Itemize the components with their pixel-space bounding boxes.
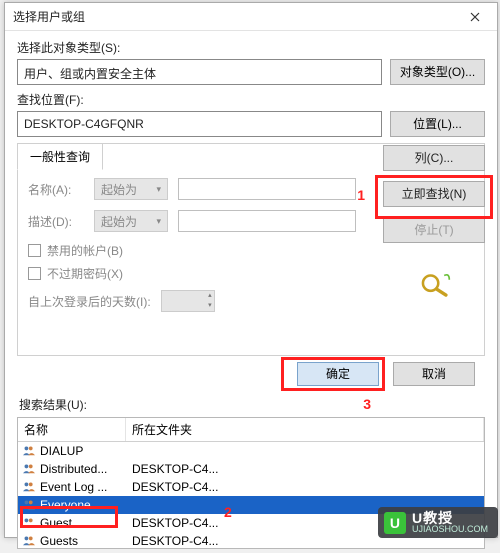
row-folder: DESKTOP-C4... [126, 516, 218, 530]
table-row[interactable]: Event Log ...DESKTOP-C4... [18, 478, 484, 496]
description-label: 描述(D): [28, 213, 84, 230]
row-name: Event Log ... [40, 480, 126, 494]
chevron-down-icon: ▾ [156, 216, 161, 227]
annotation-marker-3: 3 [363, 396, 371, 412]
ok-button[interactable]: 确定 [297, 362, 379, 386]
days-since-logon-label: 自上次登录后的天数(I): [28, 293, 151, 310]
annotation-marker-2: 2 [224, 504, 232, 520]
disabled-accounts-label: 禁用的帐户(B) [47, 242, 123, 259]
object-type-value[interactable]: 用户、组或内置安全主体 [17, 59, 382, 85]
tab-general[interactable]: 一般性查询 [17, 143, 103, 170]
table-row[interactable]: DIALUP [18, 442, 484, 460]
chevron-down-icon: ▾ [156, 184, 161, 195]
stop-button[interactable]: 停止(T) [383, 217, 485, 243]
search-decorative-icon [417, 271, 451, 300]
col-header-name[interactable]: 名称 [18, 418, 126, 441]
object-type-label: 选择此对象类型(S): [17, 39, 485, 56]
watermark-logo: U [384, 512, 406, 534]
row-name: Guests [40, 534, 126, 548]
description-mode-value: 起始为 [101, 213, 137, 230]
titlebar: 选择用户或组 [5, 3, 497, 31]
group-icon [21, 445, 37, 457]
location-label: 查找位置(F): [17, 91, 485, 108]
results-label: 搜索结果(U): [19, 396, 485, 413]
name-input[interactable] [178, 178, 356, 200]
name-mode-select[interactable]: 起始为 ▾ [94, 178, 168, 200]
columns-button[interactable]: 列(C)... [383, 145, 485, 171]
right-button-rail: 列(C)... 立即查找(N) 停止(T) [383, 145, 485, 300]
group-icon [21, 535, 37, 547]
group-icon [21, 463, 37, 475]
object-types-button[interactable]: 对象类型(O)... [390, 59, 485, 85]
nonexpiring-password-checkbox[interactable] [28, 267, 41, 280]
dialog-window: 选择用户或组 选择此对象类型(S): 用户、组或内置安全主体 对象类型(O)..… [4, 2, 498, 538]
watermark-brand: U教授 [412, 511, 488, 525]
description-mode-select[interactable]: 起始为 ▾ [94, 210, 168, 232]
days-since-logon-spinner[interactable] [161, 290, 215, 312]
description-input[interactable] [178, 210, 356, 232]
dialog-button-row: 3 确定 取消 [17, 362, 485, 386]
row-name: Guest [40, 516, 126, 530]
row-name: Distributed... [40, 462, 126, 476]
window-title: 选择用户或组 [13, 8, 453, 25]
row-folder: DESKTOP-C4... [126, 462, 218, 476]
close-icon [470, 12, 480, 22]
watermark-url: UJIAOSHOU.COM [412, 525, 488, 534]
name-mode-value: 起始为 [101, 181, 137, 198]
group-icon [21, 481, 37, 493]
group-icon [21, 499, 37, 511]
results-header: 名称 所在文件夹 [18, 418, 484, 442]
find-now-button[interactable]: 立即查找(N) [383, 181, 485, 207]
watermark: U U教授 UJIAOSHOU.COM [378, 507, 498, 538]
row-name: Everyone [40, 498, 126, 512]
location-value[interactable]: DESKTOP-C4GFQNR [17, 111, 382, 137]
row-folder: DESKTOP-C4... [126, 480, 218, 494]
nonexpiring-password-label: 不过期密码(X) [47, 265, 123, 282]
row-name: DIALUP [40, 444, 126, 458]
name-label: 名称(A): [28, 181, 84, 198]
locations-button[interactable]: 位置(L)... [390, 111, 485, 137]
group-icon [21, 517, 37, 529]
cancel-button[interactable]: 取消 [393, 362, 475, 386]
row-folder: DESKTOP-C4... [126, 534, 218, 548]
col-header-folder[interactable]: 所在文件夹 [126, 418, 484, 441]
disabled-accounts-checkbox[interactable] [28, 244, 41, 257]
close-button[interactable] [453, 3, 497, 31]
table-row[interactable]: Distributed...DESKTOP-C4... [18, 460, 484, 478]
annotation-marker-1: 1 [357, 187, 365, 203]
